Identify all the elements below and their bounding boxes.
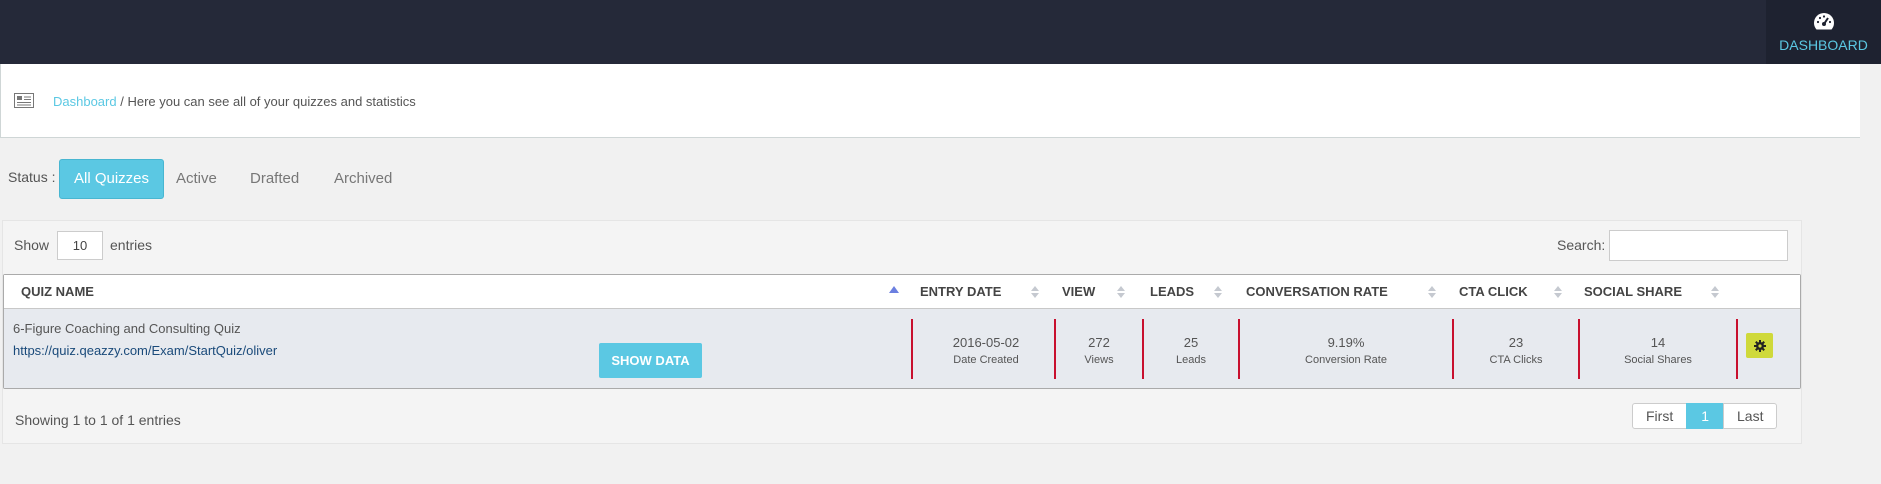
column-header-leads[interactable]: LEADS <box>1150 275 1194 309</box>
newspaper-icon <box>14 93 34 108</box>
pagination-page-1-button[interactable]: 1 <box>1686 403 1725 429</box>
breadcrumb-bar: Dashboard / Here you can see all of your… <box>0 64 1860 138</box>
show-label: Show <box>14 237 50 253</box>
sort-icon <box>1554 286 1562 300</box>
column-header-entry-date[interactable]: ENTRY DATE <box>920 275 1001 309</box>
dashboard-nav-button[interactable]: DASHBOARD <box>1766 0 1881 64</box>
leads-value: 25 <box>1183 335 1199 350</box>
column-header-conversion-rate[interactable]: CONVERSATION RATE <box>1246 275 1388 309</box>
table-header: QUIZ NAME ENTRY DATE VIEW LEADS CONVERSA… <box>4 275 1800 309</box>
cta-click-cell: 23 CTA Clicks <box>1454 335 1578 366</box>
column-header-cta-click[interactable]: CTA CLICK <box>1459 275 1528 309</box>
column-divider <box>1736 319 1738 379</box>
sort-asc-icon <box>889 286 899 293</box>
entry-date-cell: 2016-05-02 Date Created <box>913 335 1059 366</box>
table-row: 6-Figure Coaching and Consulting Quiz ht… <box>4 309 1800 388</box>
status-tab-archived[interactable]: Archived <box>320 159 406 199</box>
breadcrumb-dashboard-link[interactable]: Dashboard <box>53 94 117 109</box>
breadcrumb: Dashboard / Here you can see all of your… <box>53 94 416 109</box>
gear-icon <box>1753 339 1766 352</box>
status-tab-all-quizzes[interactable]: All Quizzes <box>59 159 165 199</box>
show-data-button[interactable]: SHOW DATA <box>599 343 702 378</box>
views-caption: Views <box>1084 354 1114 366</box>
social-share-value: 14 <box>1650 335 1666 350</box>
sort-icon <box>1214 286 1222 300</box>
leads-caption: Leads <box>1176 354 1206 366</box>
status-tab-active[interactable]: Active <box>162 159 231 199</box>
sort-icon <box>1031 286 1039 300</box>
cta-click-caption: CTA Clicks <box>1489 354 1543 366</box>
cta-click-value: 23 <box>1508 335 1524 350</box>
dashboard-nav-label: DASHBOARD <box>1779 37 1868 53</box>
sort-icon <box>1428 286 1436 300</box>
pagination-first-button[interactable]: First <box>1632 403 1688 429</box>
status-label: Status : <box>8 169 56 185</box>
search-label: Search: <box>1557 237 1606 253</box>
conversion-rate-caption: Conversion Rate <box>1305 354 1387 366</box>
breadcrumb-description: / Here you can see all of your quizzes a… <box>116 94 416 109</box>
pagination-last-button[interactable]: Last <box>1723 403 1778 429</box>
entry-date-caption: Date Created <box>953 354 1019 366</box>
top-navbar: DASHBOARD <box>0 0 1881 64</box>
search-input[interactable] <box>1609 230 1788 261</box>
quiz-name: 6-Figure Coaching and Consulting Quiz <box>13 321 241 336</box>
pagination: First 1 Last <box>1632 403 1778 429</box>
views-value: 272 <box>1088 335 1110 350</box>
row-settings-button[interactable] <box>1746 333 1773 358</box>
leads-cell: 25 Leads <box>1144 335 1238 366</box>
sort-icon <box>1117 286 1125 300</box>
column-header-view[interactable]: VIEW <box>1062 275 1095 309</box>
gauge-icon <box>1813 13 1834 30</box>
social-share-cell: 14 Social Shares <box>1580 335 1736 366</box>
sort-icon <box>1711 286 1719 300</box>
quiz-table: QUIZ NAME ENTRY DATE VIEW LEADS CONVERSA… <box>3 274 1801 389</box>
conversion-rate-cell: 9.19% Conversion Rate <box>1240 335 1452 366</box>
table-info-text: Showing 1 to 1 of 1 entries <box>15 412 181 428</box>
status-tab-drafted[interactable]: Drafted <box>236 159 313 199</box>
conversion-rate-value: 9.19% <box>1327 335 1365 350</box>
column-header-quiz-name[interactable]: QUIZ NAME <box>21 275 94 309</box>
social-share-caption: Social Shares <box>1624 354 1692 366</box>
views-cell: 272 Views <box>1056 335 1142 366</box>
entries-label: entries <box>110 237 153 253</box>
column-header-social-share[interactable]: SOCIAL SHARE <box>1584 275 1682 309</box>
page-length-select[interactable]: 10 <box>57 231 103 260</box>
entry-date-value: 2016-05-02 <box>952 335 1020 350</box>
quiz-url-link[interactable]: https://quiz.qeazzy.com/Exam/StartQuiz/o… <box>13 343 277 358</box>
